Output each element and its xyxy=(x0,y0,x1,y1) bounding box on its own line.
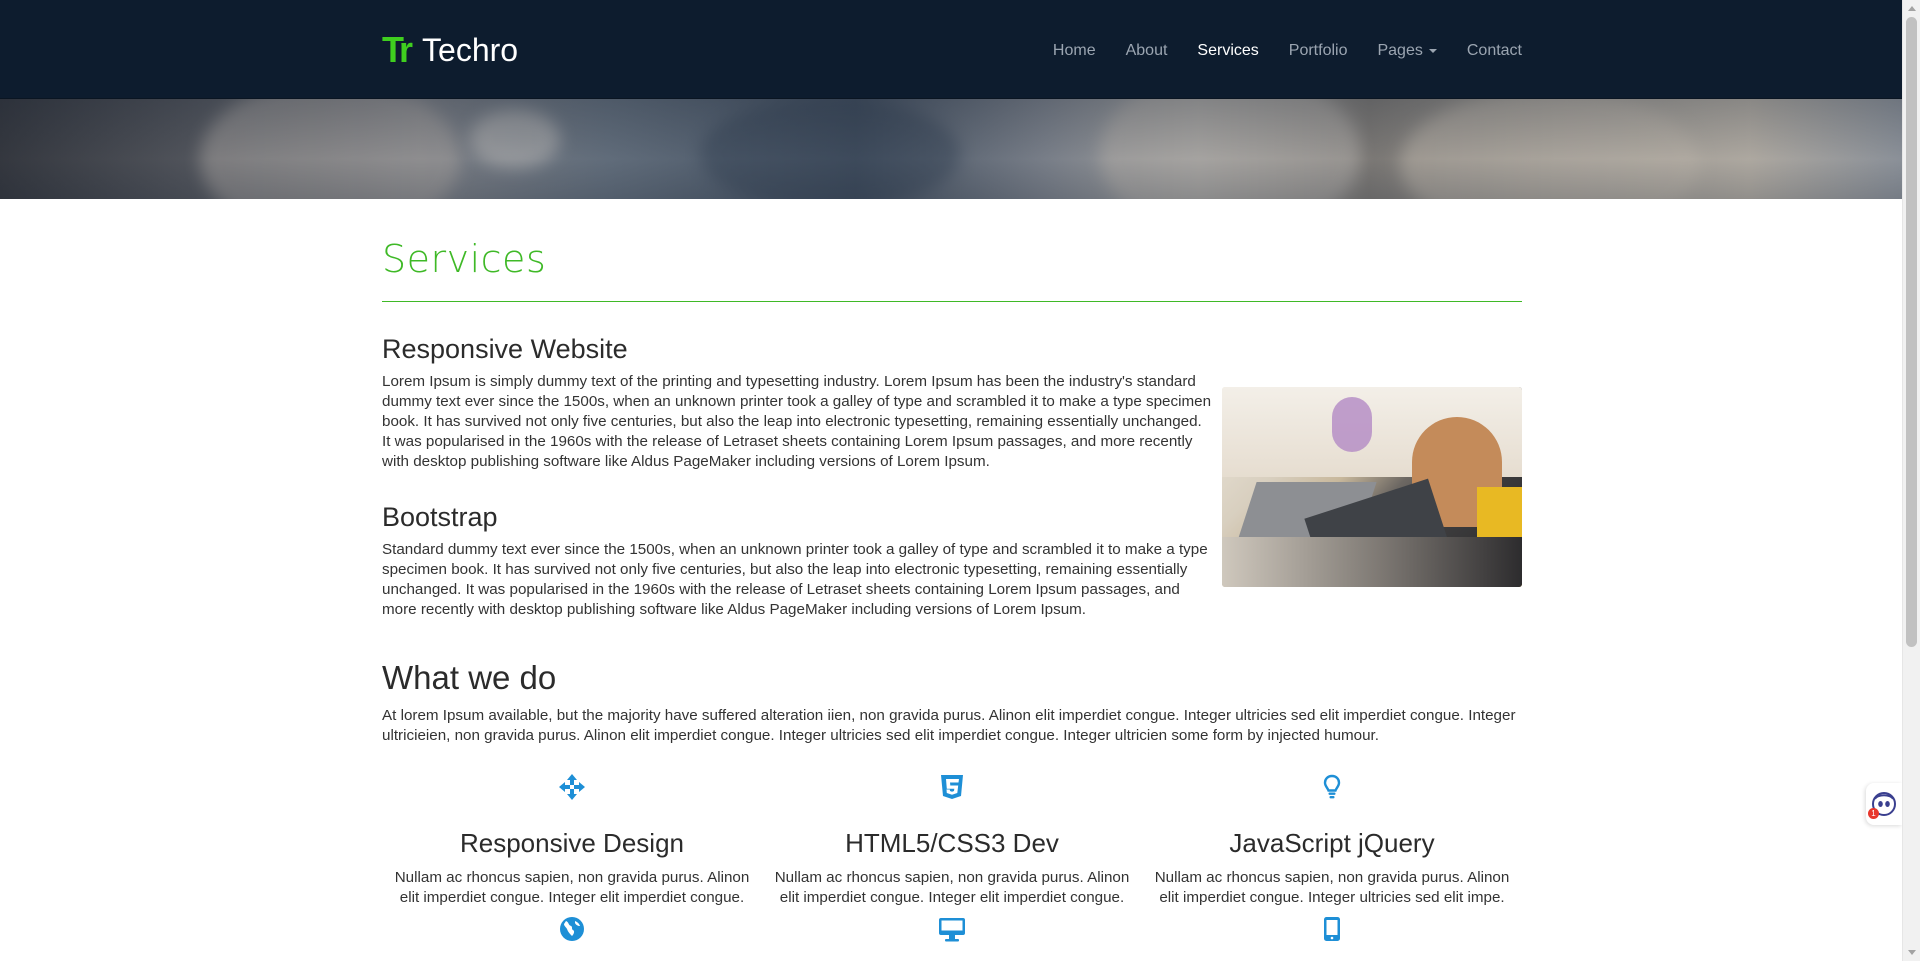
caret-down-icon xyxy=(1428,48,1437,53)
main-content: Services Responsive Website Lorem Ipsum … xyxy=(382,199,1522,944)
scrollbar-thumb[interactable] xyxy=(1906,17,1917,647)
title-divider xyxy=(382,301,1522,302)
section-heading-what-we-do: What we do xyxy=(382,659,557,696)
section-heading-responsive-website: Responsive Website xyxy=(382,334,628,364)
brand-link[interactable]: Tr Techro xyxy=(382,30,518,70)
feature-title: HTML5/CSS3 Dev xyxy=(845,828,1059,858)
feature-text: Nullam ac rhoncus sapien, non gravida pu… xyxy=(774,869,1130,906)
feature-title: JavaScript jQuery xyxy=(1229,828,1435,858)
feature-desktop xyxy=(762,914,1142,944)
desktop-icon xyxy=(762,914,1142,944)
nav-pages-label: Pages xyxy=(1377,41,1423,59)
features-grid: Responsive Design Nullam ac rhoncus sapi… xyxy=(382,772,1522,944)
feature-title: Responsive Design xyxy=(459,828,684,858)
arrows-move-icon xyxy=(382,772,762,802)
nav-services[interactable]: Services xyxy=(1197,42,1258,60)
brand-name: Techro xyxy=(422,32,519,68)
feature-text: Nullam ac rhoncus sapien, non gravida pu… xyxy=(1154,869,1510,906)
header-banner-image xyxy=(0,99,1902,199)
feature-text: Nullam ac rhoncus sapien, non gravida pu… xyxy=(394,869,750,906)
services-block: Responsive Website Lorem Ipsum is simply… xyxy=(382,334,1522,620)
nav-portfolio[interactable]: Portfolio xyxy=(1289,42,1348,60)
nav-contact[interactable]: Contact xyxy=(1467,42,1522,60)
nav-menu: Home About Services Portfolio Pages Cont… xyxy=(1023,0,1522,99)
feature-responsive-design: Responsive Design Nullam ac rhoncus sapi… xyxy=(382,772,762,908)
navbar-inner: Tr Techro Home About Services Portfolio … xyxy=(382,0,1522,99)
brand-logo: Tr xyxy=(382,29,413,70)
nav-pages-dropdown[interactable]: Pages xyxy=(1377,41,1437,60)
scroll-down-arrow-icon[interactable] xyxy=(1908,950,1916,955)
lightbulb-icon xyxy=(1142,772,1522,802)
feature-tablet xyxy=(1142,914,1522,944)
feature-javascript-jquery: JavaScript jQuery Nullam ac rhoncus sapi… xyxy=(1142,772,1522,908)
globe-icon xyxy=(382,914,762,944)
paragraph-what-we-do: At lorem Ipsum available, but the majori… xyxy=(382,707,1516,744)
page-scrollbar[interactable] xyxy=(1902,0,1920,961)
nav-home[interactable]: Home xyxy=(1053,42,1096,60)
scroll-up-arrow-icon[interactable] xyxy=(1908,6,1916,11)
workspace-photo xyxy=(1222,387,1522,587)
page-title: Services xyxy=(382,237,547,281)
notification-badge: 1 xyxy=(1868,808,1879,819)
css3-icon xyxy=(762,772,1142,802)
tablet-icon xyxy=(1142,914,1522,944)
navbar: Tr Techro Home About Services Portfolio … xyxy=(0,0,1902,99)
chat-assistant-button[interactable]: 1 xyxy=(1866,783,1902,825)
feature-html5-css3: HTML5/CSS3 Dev Nullam ac rhoncus sapien,… xyxy=(762,772,1142,908)
nav-about[interactable]: About xyxy=(1126,42,1168,60)
feature-globe xyxy=(382,914,762,944)
